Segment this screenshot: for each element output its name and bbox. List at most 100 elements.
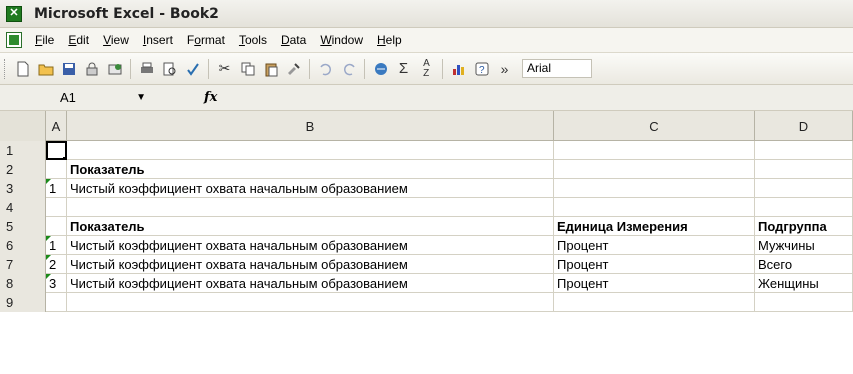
column-header-c[interactable]: C <box>554 111 755 141</box>
toolbar-grip[interactable] <box>4 58 7 79</box>
menu-file[interactable]: File <box>28 33 61 47</box>
formula-bar: A1 ▼ fx <box>0 85 853 111</box>
svg-text:?: ? <box>479 65 485 76</box>
cell-c8[interactable]: Процент <box>554 274 755 293</box>
print-preview-icon[interactable] <box>158 57 181 80</box>
cell-b2[interactable]: Показатель <box>67 160 554 179</box>
row-header[interactable]: 9 <box>0 293 46 312</box>
permission-icon[interactable] <box>80 57 103 80</box>
cut-icon[interactable]: ✂ <box>213 57 236 80</box>
row-header[interactable]: 8 <box>0 274 46 293</box>
column-header-d[interactable]: D <box>755 111 853 141</box>
error-indicator-icon <box>46 274 51 279</box>
menu-bar: File Edit View Insert Format Tools Data … <box>0 28 853 53</box>
cell-a9[interactable] <box>46 293 67 312</box>
cell-a7[interactable]: 2 <box>46 255 67 274</box>
row-header[interactable]: 1 <box>0 141 46 160</box>
chart-wizard-icon[interactable] <box>447 57 470 80</box>
row-header[interactable]: 6 <box>0 236 46 255</box>
function-icon[interactable]: fx <box>204 90 217 105</box>
copy-icon[interactable] <box>236 57 259 80</box>
row-header[interactable]: 7 <box>0 255 46 274</box>
cell-a3[interactable]: 1 <box>46 179 67 198</box>
cell-d4[interactable] <box>755 198 853 217</box>
row-header[interactable]: 2 <box>0 160 46 179</box>
font-selector[interactable]: Arial <box>522 59 592 78</box>
help-icon[interactable]: ? <box>470 57 493 80</box>
undo-icon[interactable] <box>314 57 337 80</box>
cell-a2[interactable] <box>46 160 67 179</box>
cell-d6[interactable]: Мужчины <box>755 236 853 255</box>
menu-edit[interactable]: Edit <box>61 33 96 47</box>
cell-d5[interactable]: Подгруппа <box>755 217 853 236</box>
cell-d1[interactable] <box>755 141 853 160</box>
window-title: Microsoft Excel - Book2 <box>34 5 219 22</box>
name-box[interactable]: A1 ▼ <box>60 89 150 107</box>
table-row: 4 <box>0 198 853 217</box>
excel-app-icon[interactable]: ✕ <box>6 5 22 22</box>
cell-d9[interactable] <box>755 293 853 312</box>
sort-icon[interactable]: AZ <box>415 57 438 80</box>
cell-c2[interactable] <box>554 160 755 179</box>
cell-a8[interactable]: 3 <box>46 274 67 293</box>
menu-window[interactable]: Window <box>313 33 370 47</box>
cell-b1[interactable] <box>67 141 554 160</box>
cell-a6[interactable]: 1 <box>46 236 67 255</box>
column-header-a[interactable]: A <box>46 111 67 141</box>
chevron-down-icon[interactable]: ▼ <box>136 92 146 103</box>
cell-a5[interactable] <box>46 217 67 236</box>
cell-d7[interactable]: Всего <box>755 255 853 274</box>
cell-b5[interactable]: Показатель <box>67 217 554 236</box>
menu-format[interactable]: Format <box>180 33 232 47</box>
cell-b9[interactable] <box>67 293 554 312</box>
menu-data[interactable]: Data <box>274 33 313 47</box>
cell-d8[interactable]: Женщины <box>755 274 853 293</box>
table-row: 1 <box>0 141 853 160</box>
toolbar-separator <box>364 58 365 79</box>
row-header[interactable]: 5 <box>0 217 46 236</box>
cell-b4[interactable] <box>67 198 554 217</box>
format-painter-icon[interactable] <box>282 57 305 80</box>
cell-b8[interactable]: Чистый коэффициент охвата начальным обра… <box>67 274 554 293</box>
column-header-row: A B C D <box>0 111 853 141</box>
cell-c6[interactable]: Процент <box>554 236 755 255</box>
cell-d2[interactable] <box>755 160 853 179</box>
cell-b3[interactable]: Чистый коэффициент охвата начальным обра… <box>67 179 554 198</box>
cell-d3[interactable] <box>755 179 853 198</box>
open-icon[interactable] <box>34 57 57 80</box>
column-header-b[interactable]: B <box>67 111 554 141</box>
hyperlink-icon[interactable] <box>369 57 392 80</box>
cell-c5[interactable]: Единица Измерения <box>554 217 755 236</box>
print-icon[interactable] <box>135 57 158 80</box>
cell-b7[interactable]: Чистый коэффициент охвата начальным обра… <box>67 255 554 274</box>
cell-c3[interactable] <box>554 179 755 198</box>
cell-c4[interactable] <box>554 198 755 217</box>
redo-icon[interactable] <box>337 57 360 80</box>
new-icon[interactable] <box>11 57 34 80</box>
cell-c7[interactable]: Процент <box>554 255 755 274</box>
paste-icon[interactable] <box>259 57 282 80</box>
autosum-icon[interactable]: Σ <box>392 57 415 80</box>
row-header[interactable]: 4 <box>0 198 46 217</box>
error-indicator-icon <box>46 236 51 241</box>
cell-a1[interactable] <box>46 141 67 160</box>
menu-insert[interactable]: Insert <box>136 33 180 47</box>
workbook-icon[interactable] <box>6 32 22 48</box>
select-all-corner[interactable] <box>0 111 46 141</box>
spelling-icon[interactable] <box>181 57 204 80</box>
cell-reference: A1 <box>60 90 76 105</box>
save-icon[interactable] <box>57 57 80 80</box>
email-icon[interactable] <box>103 57 126 80</box>
title-bar: ✕ Microsoft Excel - Book2 <box>0 0 853 28</box>
cell-c1[interactable] <box>554 141 755 160</box>
row-header[interactable]: 3 <box>0 179 46 198</box>
cell-b6[interactable]: Чистый коэффициент охвата начальным обра… <box>67 236 554 255</box>
menu-help[interactable]: Help <box>370 33 409 47</box>
cell-c9[interactable] <box>554 293 755 312</box>
toolbar-separator <box>309 58 310 79</box>
menu-tools[interactable]: Tools <box>232 33 274 47</box>
error-indicator-icon <box>46 179 51 184</box>
menu-view[interactable]: View <box>96 33 136 47</box>
cell-a4[interactable] <box>46 198 67 217</box>
more-icon[interactable]: » <box>493 57 516 80</box>
